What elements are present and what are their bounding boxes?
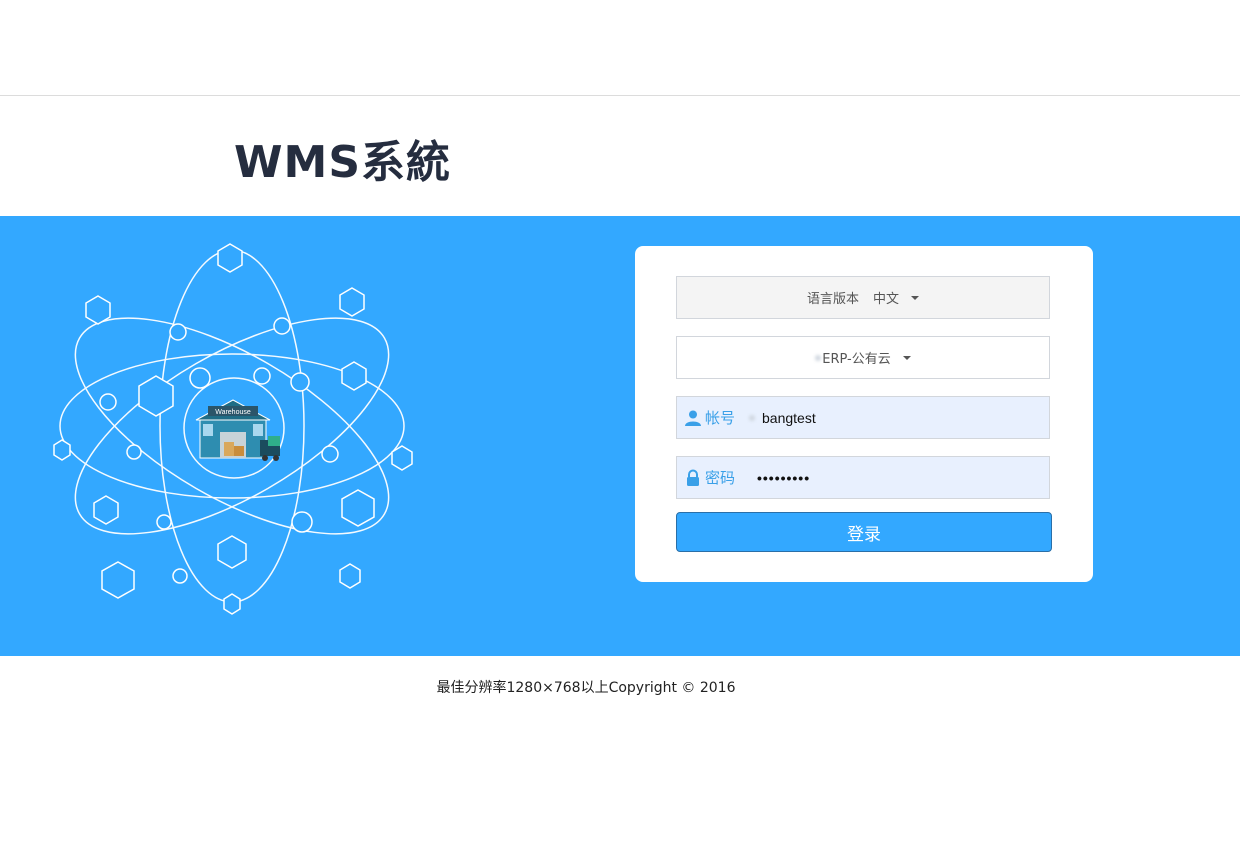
system-select[interactable]: ERP-公有云	[676, 336, 1050, 379]
node-hex-icon	[217, 243, 243, 273]
node-hex-icon	[339, 563, 361, 589]
logo-title: WMS系統	[234, 137, 452, 188]
node-icon	[290, 372, 310, 392]
node-icon	[126, 444, 142, 460]
node-icon	[253, 367, 271, 385]
network-illustration: Warehouse	[53, 243, 413, 615]
account-field[interactable]: 帐号	[676, 396, 1050, 439]
node-icon	[99, 393, 117, 411]
chevron-down-icon	[902, 355, 911, 360]
hero-banner: Warehouse 语言版本 中文 ERP-公有云 帐号 bangtest 密码…	[0, 216, 1240, 656]
account-input[interactable]	[762, 409, 1022, 426]
node-hex-icon	[341, 361, 367, 391]
user-icon	[685, 410, 701, 426]
redacted-mark	[815, 354, 822, 361]
svg-text:Warehouse: Warehouse	[215, 409, 251, 416]
language-select[interactable]: 语言版本 中文	[676, 276, 1050, 319]
node-hex-icon	[53, 439, 71, 461]
lock-icon	[687, 469, 699, 486]
node-icon	[291, 511, 313, 533]
language-label: 语言版本	[806, 292, 859, 307]
node-hex-icon	[339, 287, 365, 317]
password-input[interactable]	[757, 469, 1017, 486]
node-hex-icon	[93, 495, 119, 525]
node-hex-icon	[391, 445, 413, 471]
account-label: 帐号	[705, 409, 736, 427]
login-card: 语言版本 中文 ERP-公有云 帐号 密码 登录	[635, 246, 1093, 582]
login-button[interactable]: 登录	[676, 512, 1052, 552]
node-hex-icon	[223, 593, 241, 615]
warehouse-icon: Warehouse	[195, 399, 280, 461]
node-hex-icon	[85, 295, 111, 325]
password-field[interactable]: 密码	[676, 456, 1050, 499]
node-icon	[169, 323, 187, 341]
password-label: 密码	[705, 469, 736, 487]
node-icon	[321, 445, 339, 463]
node-icon	[172, 568, 188, 584]
system-value: ERP-公有云	[822, 352, 891, 367]
node-icon	[156, 514, 172, 530]
chevron-down-icon	[911, 295, 920, 300]
node-hex-icon	[341, 489, 375, 527]
footer-copyright: 最佳分辨率1280×768以上Copyright © 2016	[436, 680, 736, 696]
redacted-mark	[749, 414, 755, 421]
node-icon	[189, 367, 211, 389]
node-hex-icon	[101, 561, 135, 599]
top-divider	[0, 95, 1240, 96]
node-hex-icon	[217, 535, 247, 569]
language-value: 中文	[873, 292, 900, 307]
node-icon	[273, 317, 291, 335]
